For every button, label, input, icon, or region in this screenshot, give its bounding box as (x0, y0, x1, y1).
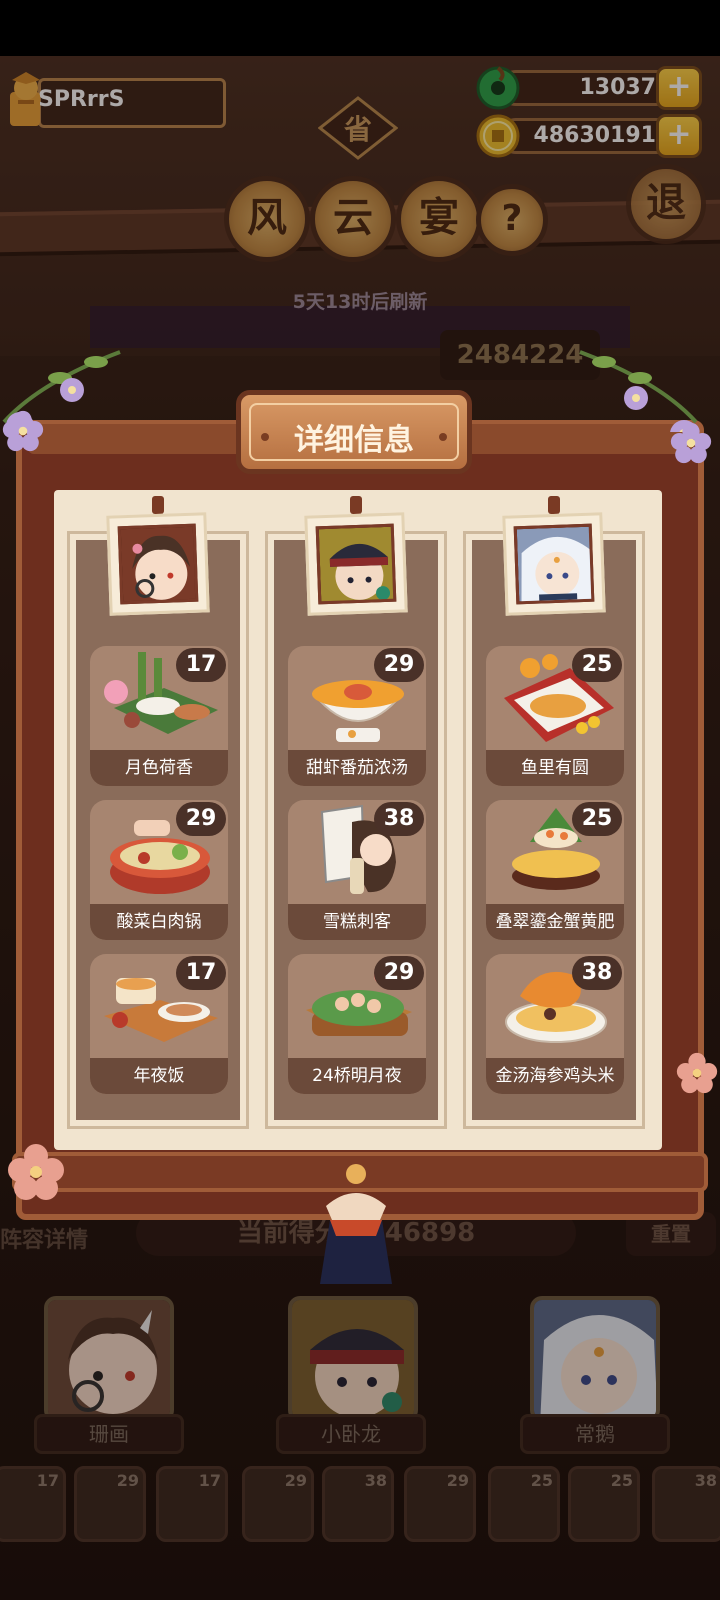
portrait-frame-change[interactable] (502, 512, 606, 616)
dish-card[interactable]: 29 酸菜白肉锅 (90, 800, 228, 940)
portrait-shanhua (117, 523, 199, 605)
dish-name: 年夜饭 (90, 1058, 228, 1094)
flower-branch-right-icon (579, 350, 698, 432)
dish-card[interactable]: 29 24桥明月夜 (288, 954, 426, 1094)
chef-xiaowolong-icon (318, 526, 397, 605)
dish-name: 叠翠鎏金蟹黄肥 (486, 904, 624, 940)
dish-card[interactable]: 17 月色荷香 (90, 646, 228, 786)
dish-level: 38 (374, 802, 424, 836)
dish-level: 17 (176, 648, 226, 682)
modal-title-plate: 详细信息 (236, 390, 472, 474)
dish-card[interactable]: 25 叠翠鎏金蟹黄肥 (486, 800, 624, 940)
dish-level: 38 (572, 956, 622, 990)
portrait-frame-shanhua[interactable] (106, 512, 210, 616)
dish-card[interactable]: 17 年夜饭 (90, 954, 228, 1094)
dish-level: 17 (176, 956, 226, 990)
hanging-pin (152, 496, 164, 514)
chef-change-icon (516, 526, 595, 605)
dish-card[interactable]: 38 雪糕刺客 (288, 800, 426, 940)
dish-level: 29 (374, 648, 424, 682)
chef-shanhua-icon (120, 526, 199, 605)
dish-level: 25 (572, 802, 622, 836)
dish-card[interactable]: 29 甜虾番茄浓汤 (288, 646, 426, 786)
dish-name: 酸菜白肉锅 (90, 904, 228, 940)
portrait-xiaowolong (315, 523, 397, 605)
flower-icon (8, 1144, 64, 1200)
status-bar (0, 0, 720, 56)
dish-name: 24桥明月夜 (288, 1058, 426, 1094)
hanging-pin (548, 496, 560, 514)
flower-icon (676, 1052, 718, 1094)
dish-card[interactable]: 25 鱼里有圆 (486, 646, 624, 786)
portrait-frame-xiaowolong[interactable] (304, 512, 408, 616)
dish-name: 月色荷香 (90, 750, 228, 786)
flower-icon (2, 410, 44, 452)
dish-card[interactable]: 38 金汤海参鸡头米 (486, 954, 624, 1094)
portrait-change (513, 523, 595, 605)
dish-name: 甜虾番茄浓汤 (288, 750, 426, 786)
knot-ornament-icon (320, 1164, 392, 1284)
dish-name: 金汤海参鸡头米 (486, 1058, 624, 1094)
dish-level: 29 (176, 802, 226, 836)
dish-level: 25 (572, 648, 622, 682)
dish-level: 29 (374, 956, 424, 990)
flower-icon (670, 422, 712, 464)
modal-title: 详细信息 (294, 423, 414, 458)
dish-name: 鱼里有圆 (486, 750, 624, 786)
hanging-pin (350, 496, 362, 514)
game-screen: 5天13时后刷新 SPRrrS 13037 + 48630191 + 省 风 云… (0, 0, 720, 1600)
dish-name: 雪糕刺客 (288, 904, 426, 940)
